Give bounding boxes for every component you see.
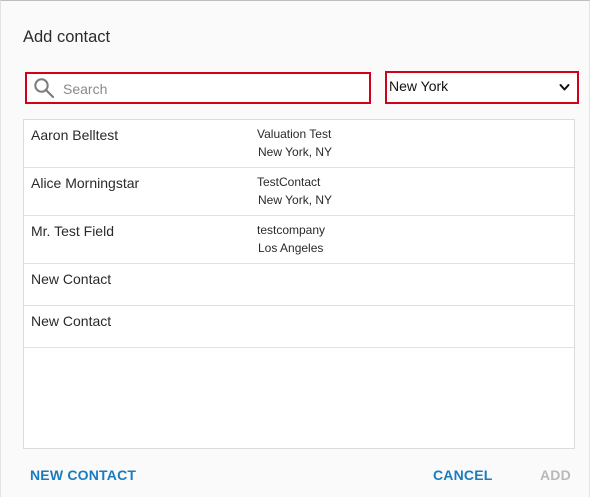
location-select-value: New York — [389, 78, 449, 94]
cancel-button[interactable]: CANCEL — [433, 467, 493, 483]
contact-name: Mr. Test Field — [31, 223, 114, 239]
contact-row[interactable]: New Contact — [24, 264, 574, 306]
contact-row[interactable]: Mr. Test Field testcompany Los Angeles — [24, 216, 574, 264]
add-button[interactable]: ADD — [540, 467, 571, 483]
location-select[interactable]: New York — [385, 71, 579, 104]
contact-name: New Contact — [31, 271, 112, 287]
contact-list: Aaron Belltest Valuation Test New York, … — [23, 119, 575, 449]
search-icon — [34, 78, 55, 99]
contact-row[interactable]: Alice Morningstar TestContact New York, … — [24, 168, 574, 216]
chevron-down-icon — [559, 84, 570, 91]
dialog-title: Add contact — [23, 28, 111, 46]
contact-location: Los Angeles — [258, 241, 324, 255]
contact-company: testcompany — [257, 223, 326, 237]
contact-name: Aaron Belltest — [31, 127, 119, 143]
contact-name: New Contact — [31, 313, 112, 329]
search-box[interactable] — [25, 72, 371, 104]
contact-location: New York, NY — [258, 193, 333, 207]
new-contact-button[interactable]: NEW CONTACT — [30, 467, 136, 483]
contact-company: TestContact — [257, 175, 321, 189]
search-input[interactable] — [63, 74, 363, 102]
contact-name: Alice Morningstar — [31, 175, 140, 191]
contact-row[interactable]: Aaron Belltest Valuation Test New York, … — [24, 120, 574, 168]
contact-company: Valuation Test — [257, 127, 332, 141]
add-contact-dialog: Add contact New York Aaron Belltest Valu… — [0, 0, 590, 497]
contact-row[interactable]: New Contact — [24, 306, 574, 348]
contact-location: New York, NY — [258, 145, 333, 159]
